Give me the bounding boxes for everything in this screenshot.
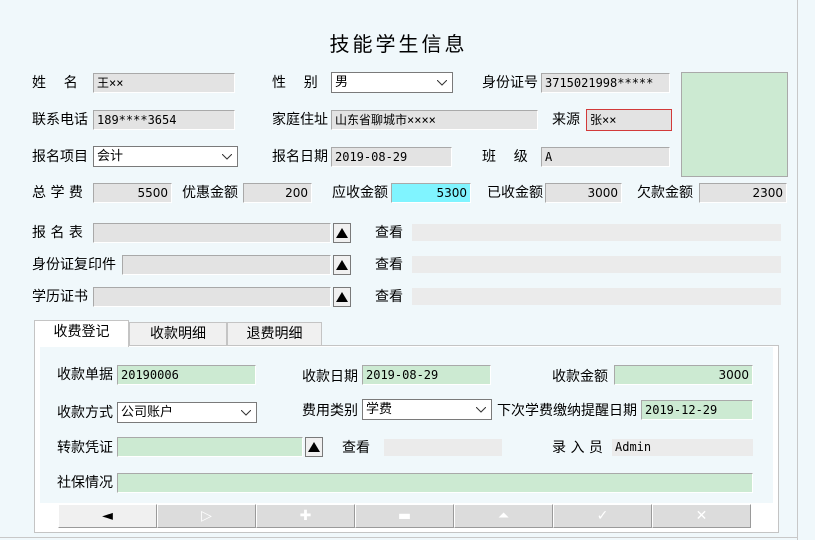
name-label: 姓 名 [32,75,78,91]
chevron-down-icon [432,73,452,92]
nav-next-button[interactable]: ▷ [157,504,256,528]
source-field[interactable]: 张×× [586,109,672,131]
total-fee-label: 总 学 费 [32,185,83,201]
receipt-field[interactable]: 20190006 [117,365,256,385]
fee-type-label: 费用类别 [302,403,358,419]
social-label: 社保情况 [57,475,113,491]
window-edge-right [797,0,798,540]
triangle-up-icon [336,292,348,302]
total-fee-field[interactable]: 5500 [93,183,172,203]
fee-type-select[interactable]: 学费 [362,399,492,420]
due-label: 应收金额 [332,185,388,201]
received-label: 已收金额 [487,185,543,201]
voucher-path [384,439,502,456]
address-field[interactable]: 山东省聊城市×××× [331,110,538,130]
discount-field[interactable]: 200 [243,183,312,203]
method-label: 收款方式 [57,405,113,421]
diploma-path [412,288,781,305]
upload-id-copy-button[interactable] [333,255,351,275]
project-select-value: 会计 [97,149,124,164]
nav-delete-button[interactable]: ▬ [355,504,454,528]
operator-label: 录 入 员 [552,440,603,456]
reminder-label: 下次学费缴纳提醒日期 [497,403,637,419]
project-select[interactable]: 会计 [93,146,238,167]
received-field[interactable]: 3000 [545,183,622,203]
student-photo[interactable] [681,72,788,177]
attachment-label-registration: 报 名 表 [32,225,83,241]
attachment-field-id-copy[interactable] [122,255,331,275]
page-title: 技能学生信息 [329,32,468,56]
view-diploma-link[interactable]: 查看 [375,287,403,307]
reminder-date-field[interactable]: 2019-12-29 [641,400,753,420]
attachment-label-diploma: 学历证书 [32,289,88,305]
method-select[interactable]: 公司账户 [117,402,257,423]
receipt-label: 收款单据 [57,367,113,383]
gender-select[interactable]: 男 [331,72,453,93]
triangle-up-icon [336,228,348,238]
class-label: 班 级 [482,149,528,165]
nav-first-button[interactable]: ◄ [58,504,157,528]
owed-label: 欠款金额 [637,185,693,201]
date-label: 报名日期 [272,149,328,165]
class-field[interactable]: A [541,147,670,167]
voucher-field[interactable] [117,437,303,457]
id-label: 身份证号 [482,75,538,91]
voucher-label: 转款凭证 [57,440,113,456]
tab-refund-details[interactable]: 退费明细 [227,322,322,345]
discount-label: 优惠金额 [182,185,238,201]
upload-voucher-button[interactable] [305,437,323,457]
due-field[interactable]: 5300 [391,183,471,203]
id-field[interactable]: 3715021998***** [541,73,670,93]
nav-edit-button[interactable]: ⏶ [454,504,553,528]
upload-diploma-button[interactable] [333,287,351,307]
gender-select-value: 男 [335,75,349,90]
nav-cancel-button[interactable]: ✕ [652,504,751,528]
view-registration-link[interactable]: 查看 [375,223,403,243]
triangle-up-icon [308,442,320,452]
upload-registration-button[interactable] [333,223,351,243]
window-edge-bottom [0,537,797,538]
tab-payment-register[interactable]: 收费登记 [34,320,129,347]
chevron-down-icon [236,403,256,422]
owed-field[interactable]: 2300 [699,183,787,203]
tab-payment-details[interactable]: 收款明细 [129,322,227,345]
nav-save-button[interactable]: ✓ [553,504,652,528]
attachment-field-diploma[interactable] [93,287,331,307]
attachment-field-registration[interactable] [93,223,331,243]
view-voucher-link[interactable]: 查看 [342,438,370,458]
attachment-label-id-copy: 身份证复印件 [32,257,116,273]
record-navigator: ◄ ▷ ✚ ▬ ⏶ ✓ ✕ [58,504,751,528]
registration-date-field[interactable]: 2019-08-29 [331,147,452,167]
triangle-up-icon [336,260,348,270]
project-label: 报名项目 [32,149,88,165]
nav-add-button[interactable]: ✚ [256,504,355,528]
pay-date-field[interactable]: 2019-08-29 [362,365,491,385]
view-id-copy-link[interactable]: 查看 [375,255,403,275]
operator-field: Admin [612,439,753,456]
name-field[interactable]: 王×× [93,73,235,93]
phone-field[interactable]: 189****3654 [93,110,235,130]
phone-label: 联系电话 [32,112,88,128]
method-select-value: 公司账户 [121,405,174,420]
address-label: 家庭住址 [272,112,328,128]
gender-label: 性 别 [272,75,318,91]
fee-type-select-value: 学费 [366,402,393,417]
chevron-down-icon [471,400,491,419]
id-copy-path [412,256,781,273]
pay-date-label: 收款日期 [302,369,358,385]
amount-label: 收款金额 [552,369,608,385]
amount-field[interactable]: 3000 [614,365,753,385]
social-field[interactable] [117,473,753,493]
source-label: 来源 [552,112,580,128]
chevron-down-icon [217,147,237,166]
registration-path [412,224,781,241]
